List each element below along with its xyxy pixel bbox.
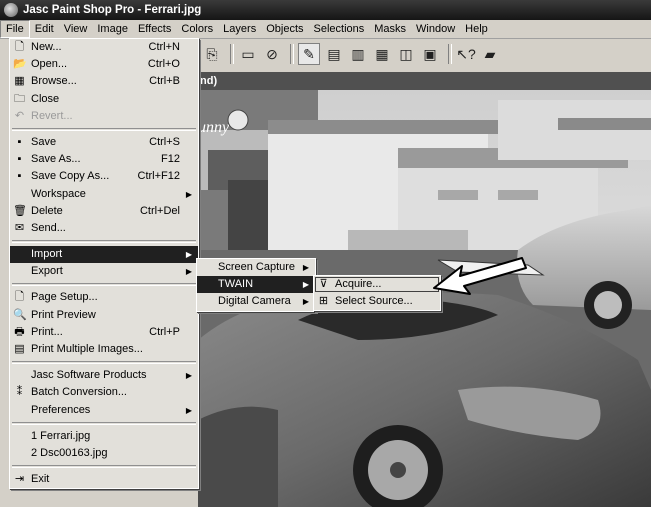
- print-multiple-icon: ▤: [14, 343, 25, 355]
- menu-item-exit[interactable]: ⇥ Exit: [10, 471, 198, 488]
- close-file-icon: 🗀: [14, 92, 25, 105]
- menu-view[interactable]: View: [59, 21, 93, 37]
- printer-icon: 🖶: [14, 325, 25, 338]
- toolbar: ⎘ ▭ ⊘ ✎ ▤ ▥ ▦ ◫ ▣ ↖? ▰: [198, 39, 651, 69]
- layers-icon[interactable]: ◫: [396, 44, 416, 64]
- twain-submenu: ⊽ Acquire... ⊞ Select Source...: [313, 275, 441, 312]
- menu-item-save-copy-as[interactable]: ▪ Save Copy As... Ctrl+F12: [10, 168, 198, 185]
- save-as-icon: ▪: [17, 153, 22, 166]
- camera-icon[interactable]: ▰: [480, 44, 500, 64]
- file-menu: 🗋 New... Ctrl+N 📂 Open... Ctrl+O ▦ Browse... C…: [9, 38, 199, 490]
- menu-item-print[interactable]: 🖶 Print... Ctrl+P: [10, 324, 198, 341]
- menu-layers[interactable]: Layers: [218, 21, 261, 37]
- menu-separator: [12, 421, 196, 425]
- menu-item-delete[interactable]: 🗑 Delete Ctrl+Del: [10, 203, 198, 220]
- menu-separator: [12, 465, 196, 469]
- menu-item-close[interactable]: 🗀 Close: [10, 91, 198, 108]
- revert-icon: ↶: [14, 109, 25, 122]
- window-title: Jasc Paint Shop Pro - Ferrari.jpg: [23, 4, 202, 16]
- menu-bar: File Edit View Image Effects Colors Laye…: [0, 20, 651, 39]
- menu-item-workspace[interactable]: Workspace ▶: [10, 186, 198, 203]
- submenu-arrow-icon: ▶: [302, 297, 309, 307]
- menu-item-revert: ↶ Revert...: [14, 109, 73, 122]
- menu-selections[interactable]: Selections: [309, 21, 370, 37]
- menu-item-recent-2[interactable]: 2 Dsc00163.jpg: [10, 445, 198, 462]
- select-source-icon: ⊞: [318, 295, 329, 308]
- menu-item-export[interactable]: Export ▶: [10, 263, 198, 280]
- menu-edit[interactable]: Edit: [30, 21, 59, 37]
- menu-item-acquire[interactable]: ⊽ Acquire...: [314, 276, 440, 293]
- menu-item-recent-1[interactable]: 1 Ferrari.jpg: [10, 428, 198, 445]
- menu-item-browse[interactable]: ▦ Browse... Ctrl+B: [10, 73, 198, 90]
- page-setup-icon: 🗋: [15, 291, 24, 304]
- save-copy-icon: ▪: [17, 170, 22, 183]
- trash-icon: 🗑: [13, 204, 27, 217]
- submenu-arrow-icon: ▶: [185, 189, 192, 199]
- exit-icon: ⇥: [14, 473, 25, 486]
- monitor-icon[interactable]: ▭: [238, 44, 258, 64]
- submenu-arrow-icon: ▶: [185, 371, 192, 381]
- toolbar-separator: [230, 44, 234, 64]
- scanner-icon: ⊽: [319, 278, 328, 290]
- menu-help[interactable]: Help: [460, 21, 493, 37]
- menu-item-select-source[interactable]: ⊞ Select Source...: [314, 293, 440, 310]
- submenu-arrow-icon: ▶: [185, 250, 192, 260]
- menu-item-screen-capture[interactable]: Screen Capture ▶: [197, 259, 315, 276]
- submenu-arrow-icon: ▶: [302, 280, 309, 290]
- menu-separator: [12, 240, 196, 244]
- document-title: nd): [200, 75, 218, 87]
- menu-separator: [12, 283, 196, 287]
- brush-icon[interactable]: ✎: [298, 43, 320, 65]
- shop-sign-text: unny: [198, 119, 230, 136]
- save-disk-icon: ▪: [17, 135, 22, 148]
- menu-separator: [12, 361, 196, 365]
- menu-separator: [12, 127, 196, 131]
- menu-item-twain[interactable]: TWAIN ▶: [197, 276, 315, 294]
- menu-item-send[interactable]: ✉ Send...: [10, 220, 198, 237]
- menu-item-preferences[interactable]: Preferences ▶: [10, 402, 198, 419]
- copy-icon[interactable]: ⎘: [202, 44, 222, 64]
- help-pointer-icon[interactable]: ↖?: [456, 44, 476, 64]
- document-title-bar: nd): [198, 72, 651, 90]
- submenu-arrow-icon: ▶: [185, 405, 192, 415]
- palette-icon[interactable]: ▤: [324, 44, 344, 64]
- menu-masks[interactable]: Masks: [369, 21, 411, 37]
- menu-colors[interactable]: Colors: [176, 21, 218, 37]
- menu-file[interactable]: File: [0, 20, 30, 38]
- menu-item-batch-conversion[interactable]: ⁑ Batch Conversion...: [10, 384, 198, 401]
- submenu-arrow-icon: ▶: [302, 263, 309, 272]
- menu-item-save[interactable]: ▪ Save Ctrl+S: [10, 134, 198, 151]
- menu-window[interactable]: Window: [411, 21, 460, 37]
- menu-item-print-preview[interactable]: 🔍 Print Preview: [10, 307, 198, 324]
- menu-image[interactable]: Image: [92, 21, 133, 37]
- callout-arrow-icon: [433, 257, 527, 295]
- menu-item-import[interactable]: Import ▶: [10, 246, 198, 264]
- open-folder-icon: 📂: [13, 58, 27, 71]
- menu-item-new[interactable]: 🗋 New... Ctrl+N: [10, 39, 198, 56]
- print-preview-icon: 🔍: [13, 308, 27, 321]
- menu-item-page-setup[interactable]: 🗋 Page Setup...: [10, 289, 198, 306]
- no-entry-icon[interactable]: ⊘: [262, 44, 282, 64]
- menu-item-save-as[interactable]: ▪ Save As... F12: [10, 151, 198, 168]
- histogram-icon[interactable]: ▥: [348, 44, 368, 64]
- toolbar-separator: [290, 44, 294, 64]
- import-submenu: Screen Capture ▶ TWAIN ▶ Digital Camera ▶: [196, 258, 316, 312]
- title-bar: Jasc Paint Shop Pro - Ferrari.jpg: [0, 0, 651, 20]
- submenu-arrow-icon: ▶: [185, 267, 192, 277]
- menu-item-digital-camera[interactable]: Digital Camera ▶: [197, 293, 315, 310]
- menu-item-open[interactable]: 📂 Open... Ctrl+O: [10, 56, 198, 73]
- menu-effects[interactable]: Effects: [133, 21, 176, 37]
- menu-item-print-multiple[interactable]: ▤ Print Multiple Images...: [10, 341, 198, 358]
- menu-item-jasc-products[interactable]: Jasc Software Products ▶: [10, 367, 198, 384]
- app-icon: [4, 3, 18, 17]
- image-icon[interactable]: ▦: [372, 44, 392, 64]
- window-icon[interactable]: ▣: [420, 44, 440, 64]
- batch-icon: ⁑: [16, 386, 23, 399]
- send-mail-icon: ✉: [14, 221, 25, 234]
- toolbar-separator: [448, 44, 452, 64]
- browse-icon: ▦: [14, 75, 25, 88]
- menu-objects[interactable]: Objects: [261, 21, 308, 37]
- new-file-icon: 🗋: [15, 41, 24, 53]
